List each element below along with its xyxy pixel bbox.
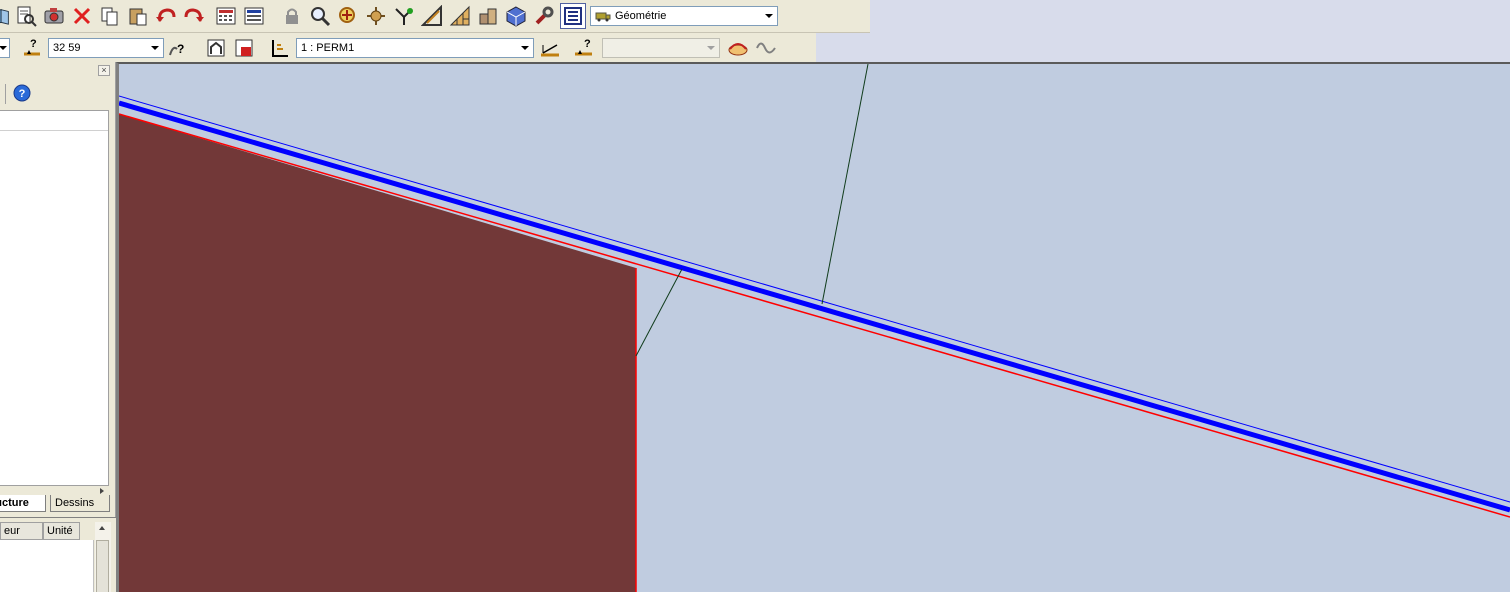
paste-icon[interactable] [124, 2, 152, 30]
close-icon: × [101, 65, 107, 75]
undo-icon[interactable] [152, 2, 180, 30]
level-marker-icon[interactable]: ? [18, 34, 46, 62]
wrench-icon[interactable] [530, 2, 558, 30]
save-red-icon[interactable] [230, 34, 258, 62]
secondary-toolbar: ? 32 59 ? 1 : PERM1 ? [0, 33, 816, 62]
calculator-alt-icon[interactable] [240, 2, 268, 30]
redo-icon[interactable] [180, 2, 208, 30]
chevron-down-icon[interactable] [761, 7, 777, 25]
app-window: Géométrie ? 32 59 ? 1 : PERM1 ? × ? ctur… [0, 0, 1510, 592]
zoom-icon[interactable] [306, 2, 334, 30]
truck-icon [595, 12, 611, 21]
calculator-icon[interactable] [212, 2, 240, 30]
geometry-select[interactable]: Géométrie [590, 6, 778, 26]
load-diagram-icon[interactable] [536, 34, 564, 62]
wave-icon[interactable] [752, 34, 780, 62]
help-icon[interactable]: ? [13, 84, 31, 102]
svg-text:?: ? [19, 88, 26, 100]
open-book-icon[interactable] [0, 2, 12, 30]
panel-close-button[interactable]: × [98, 65, 110, 76]
column-header-unit[interactable]: Unité [43, 522, 80, 540]
grid-icon[interactable] [446, 2, 474, 30]
copy-icon[interactable] [96, 2, 124, 30]
tab-dessins[interactable]: Dessins [50, 495, 110, 512]
view-mode-icon[interactable] [560, 3, 586, 29]
svg-text:?: ? [30, 38, 37, 50]
panel-toolbar-separator [5, 84, 6, 104]
document-search-icon[interactable] [12, 2, 40, 30]
properties-body[interactable] [0, 540, 94, 592]
chevron-down-icon[interactable] [517, 39, 533, 57]
cube-icon[interactable] [502, 2, 530, 30]
help-query-icon[interactable]: ? [164, 34, 192, 62]
house-icon[interactable] [202, 34, 230, 62]
toolbar-background-lower [816, 33, 1510, 62]
snap-icon[interactable] [390, 2, 418, 30]
level-query-icon[interactable]: ? [570, 34, 598, 62]
measure-icon[interactable] [418, 2, 446, 30]
guide-line [635, 268, 683, 357]
column-header-value[interactable]: eur [0, 522, 43, 540]
properties-header: eur Unité [0, 522, 80, 540]
svg-text:?: ? [177, 42, 184, 56]
canvas-drawing [119, 64, 1510, 592]
scroll-right-icon[interactable] [100, 488, 104, 494]
structure-tree[interactable] [0, 110, 109, 486]
chevron-down-icon[interactable] [147, 39, 163, 57]
properties-vertical-scrollbar[interactable] [95, 522, 111, 592]
tree-header [0, 111, 108, 131]
svg-text:?: ? [584, 38, 591, 50]
drawing-canvas[interactable] [116, 62, 1510, 592]
tab-structure[interactable]: ructure [0, 495, 46, 512]
guide-line [821, 64, 869, 305]
properties-grid: eur Unité [0, 517, 116, 592]
zoom-target-icon[interactable] [334, 2, 362, 30]
scroll-up-icon[interactable] [99, 526, 105, 530]
load-case-select[interactable]: 1 : PERM1 [296, 37, 534, 58]
lock-icon[interactable] [278, 2, 306, 30]
geometry-select-value: Géométrie [615, 10, 667, 22]
camera-icon[interactable] [40, 2, 68, 30]
left-select-fragment[interactable] [0, 37, 10, 58]
empty-select [602, 37, 720, 58]
section-solid [119, 114, 636, 592]
value-select-text: 32 59 [53, 41, 81, 54]
pan-icon[interactable] [362, 2, 390, 30]
panel-tabs: ructure Dessins [0, 495, 116, 513]
support-icon[interactable] [266, 34, 294, 62]
value-select[interactable]: 32 59 [48, 37, 164, 58]
load-case-select-text: 1 : PERM1 [301, 41, 355, 54]
main-toolbar: Géométrie [0, 0, 870, 33]
close-red-icon[interactable] [68, 2, 96, 30]
scroll-thumb[interactable] [96, 540, 109, 592]
structure-panel: × ? ructure Dessins eur Unité [0, 62, 116, 592]
layers-icon[interactable] [474, 2, 502, 30]
diagram-view-icon[interactable] [724, 34, 752, 62]
chevron-down-icon [703, 39, 719, 57]
chevron-down-icon[interactable] [0, 39, 9, 57]
